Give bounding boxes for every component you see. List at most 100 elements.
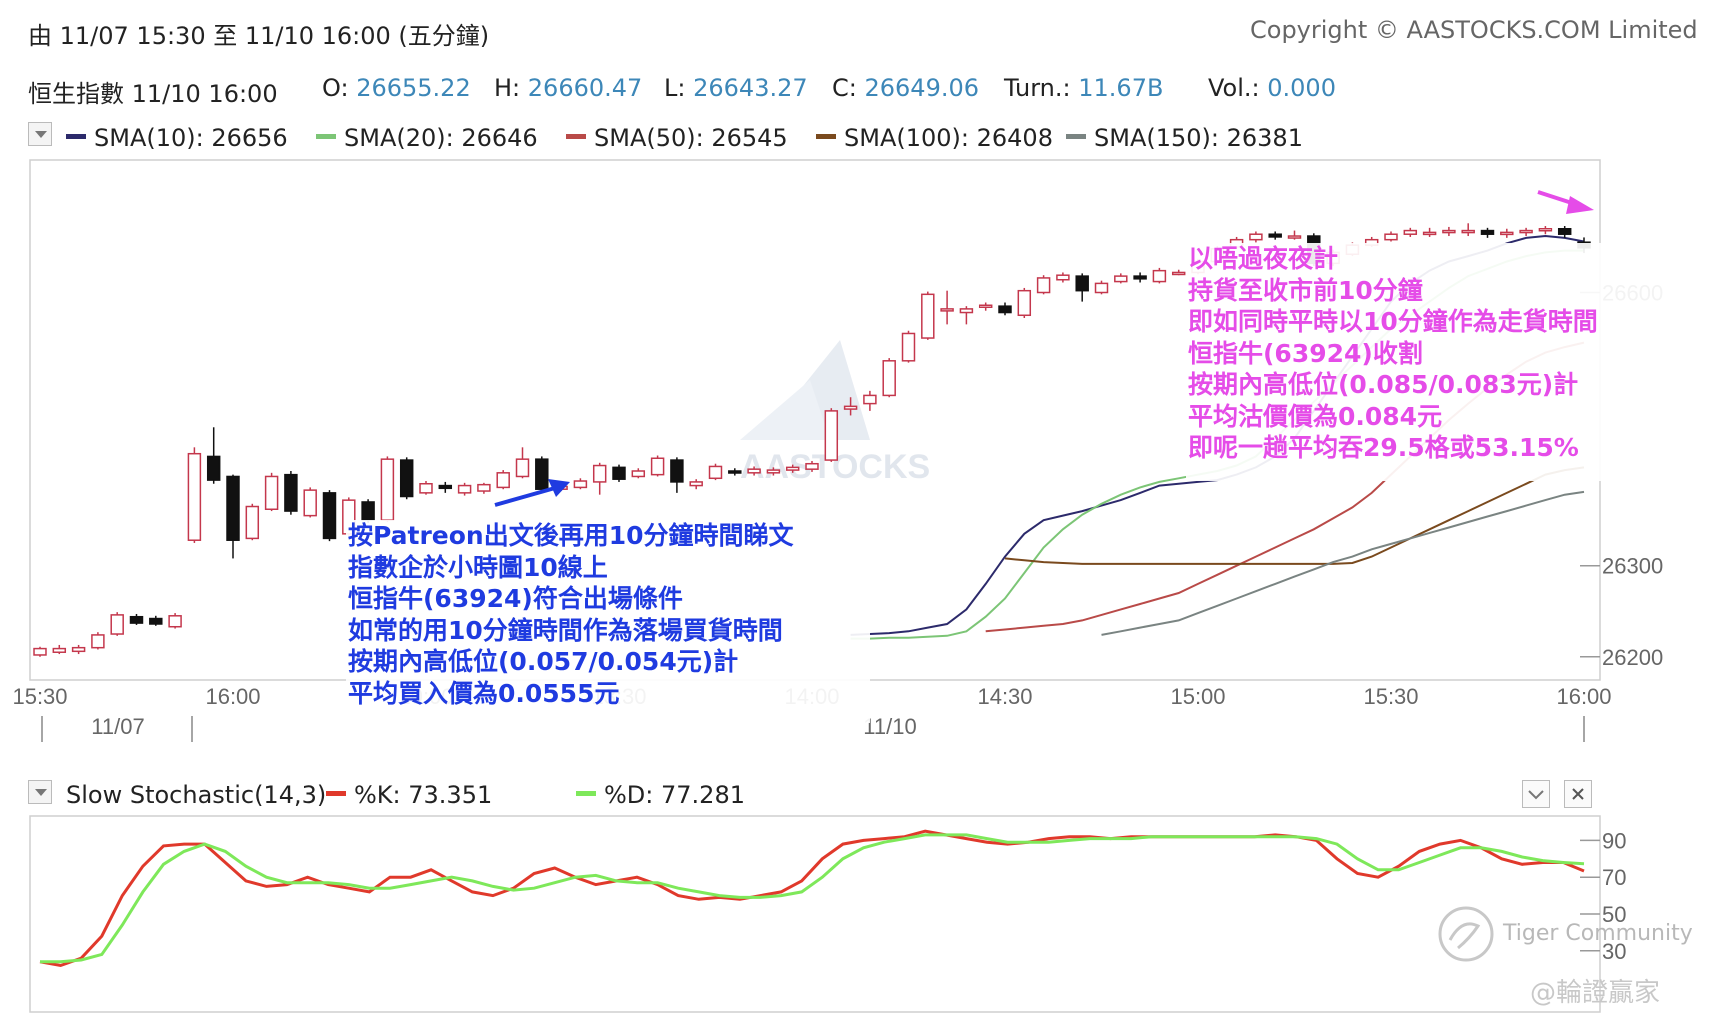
collapse-panel-button[interactable] (1522, 780, 1550, 808)
candle-body (1519, 229, 1533, 234)
candle (612, 464, 626, 482)
x-tick-label: 15:30 (1363, 684, 1418, 709)
candle (245, 503, 260, 541)
date-label: 11/10 (863, 714, 916, 739)
stoch-title: Slow Stochastic(14,3) (66, 781, 327, 809)
candle (187, 447, 202, 543)
note-line: 即呢一趟平均吞29.5格或53.15% (1188, 433, 1579, 462)
candle-body (1287, 235, 1302, 239)
candle-body (1442, 229, 1456, 234)
tiger-logo-icon (1438, 906, 1494, 962)
candle-body (882, 360, 896, 397)
candle-body (1538, 228, 1553, 232)
candle-body (1017, 289, 1032, 317)
legend-swatch (326, 790, 346, 796)
candle-body (747, 468, 761, 474)
candle-body (477, 483, 491, 492)
candle (901, 330, 916, 363)
candle-body (535, 458, 549, 490)
note-line: 恒指牛(63924)符合出場條件 (348, 584, 683, 613)
candle (535, 456, 549, 492)
candle (921, 291, 935, 340)
candle (33, 646, 47, 657)
stoch-plot-frame (29, 815, 1601, 1013)
candle-body (1480, 229, 1495, 235)
x-tick-label: 14:30 (977, 684, 1032, 709)
author-watermark: @輪證贏家 (1530, 978, 1661, 1008)
stoch-tick-label: 90 (1602, 828, 1626, 853)
candle-body (689, 481, 703, 487)
candle (1152, 267, 1167, 284)
candle (284, 471, 298, 515)
tiger-community-text: Tiger Community (1503, 921, 1693, 946)
candle-body (959, 308, 974, 314)
candle-body (998, 305, 1012, 314)
candle (824, 408, 839, 462)
candle-body (380, 458, 395, 521)
candle-body (187, 452, 202, 541)
chevron-down-icon (1528, 790, 1544, 800)
candle-body (728, 470, 742, 474)
candle-body (1384, 233, 1398, 241)
legend-k: %K: 73.351 (326, 781, 492, 809)
candle-body (1056, 274, 1070, 281)
candle-body (226, 475, 240, 541)
note-line: 按期內高低位(0.057/0.054元)計 (348, 647, 739, 676)
candle-body (1461, 229, 1475, 234)
candle-body (901, 332, 916, 362)
candle (303, 487, 317, 518)
tiger-community-watermark: Tiger Community (1436, 904, 1693, 964)
candle (110, 612, 124, 636)
candle-body (71, 646, 86, 653)
note-line: 恒指牛(63924)收割 (1188, 338, 1423, 368)
candle-body (1171, 271, 1186, 276)
candle-body (52, 647, 67, 653)
candle-body (592, 464, 607, 483)
note-line: 按期內高低位(0.085/0.083元)計 (1188, 370, 1579, 399)
candle (496, 470, 510, 490)
x-tick-label: 16:00 (1556, 684, 1611, 709)
candle-body (264, 475, 279, 511)
candle-body (322, 492, 337, 540)
candle (1094, 280, 1109, 295)
candle-body (805, 462, 819, 470)
candle-body (978, 304, 993, 308)
candle (91, 632, 105, 650)
y-tick-label: 26200 (1602, 645, 1663, 670)
candle-body (245, 505, 260, 540)
legend-label: %D: 77.281 (604, 781, 745, 809)
candle-body (129, 615, 144, 624)
x-tick-label: 15:30 (12, 684, 67, 709)
candle-body (1152, 269, 1167, 283)
candle-body (1268, 233, 1282, 238)
note-line: 按Patreon出文後再用10分鐘時間睇文 (348, 521, 794, 550)
legend-label: %K: 73.351 (354, 781, 493, 809)
candle-body (149, 617, 163, 625)
candle-body (496, 472, 510, 489)
candle-body (361, 501, 375, 521)
note-line: 持貨至收市前10分鐘 (1188, 275, 1423, 305)
candle-body (1114, 275, 1128, 283)
candle-body (940, 308, 954, 312)
stoch-menu-dropdown[interactable] (28, 780, 52, 804)
candle-body (457, 484, 472, 494)
candle-body (843, 405, 858, 410)
note-line: 如常的用10分鐘時間作為落場買貨時間 (348, 615, 783, 645)
candle (1017, 287, 1032, 318)
candle (399, 457, 414, 500)
candle-body (650, 457, 665, 476)
candle-body (206, 455, 221, 481)
candle (380, 456, 395, 522)
candle-body (303, 489, 317, 517)
candle-body (33, 647, 47, 656)
candle-body (612, 466, 626, 480)
candle (650, 455, 665, 477)
candle-body (1500, 231, 1514, 236)
candle-body (91, 634, 105, 649)
note-line: 指數企於小時圖10線上 (348, 552, 608, 582)
candle-body (863, 394, 877, 405)
note-line: 平均沽價價為0.084元 (1188, 401, 1443, 431)
candle (1036, 275, 1051, 295)
candle-body (766, 469, 781, 474)
close-panel-button[interactable] (1564, 780, 1592, 808)
